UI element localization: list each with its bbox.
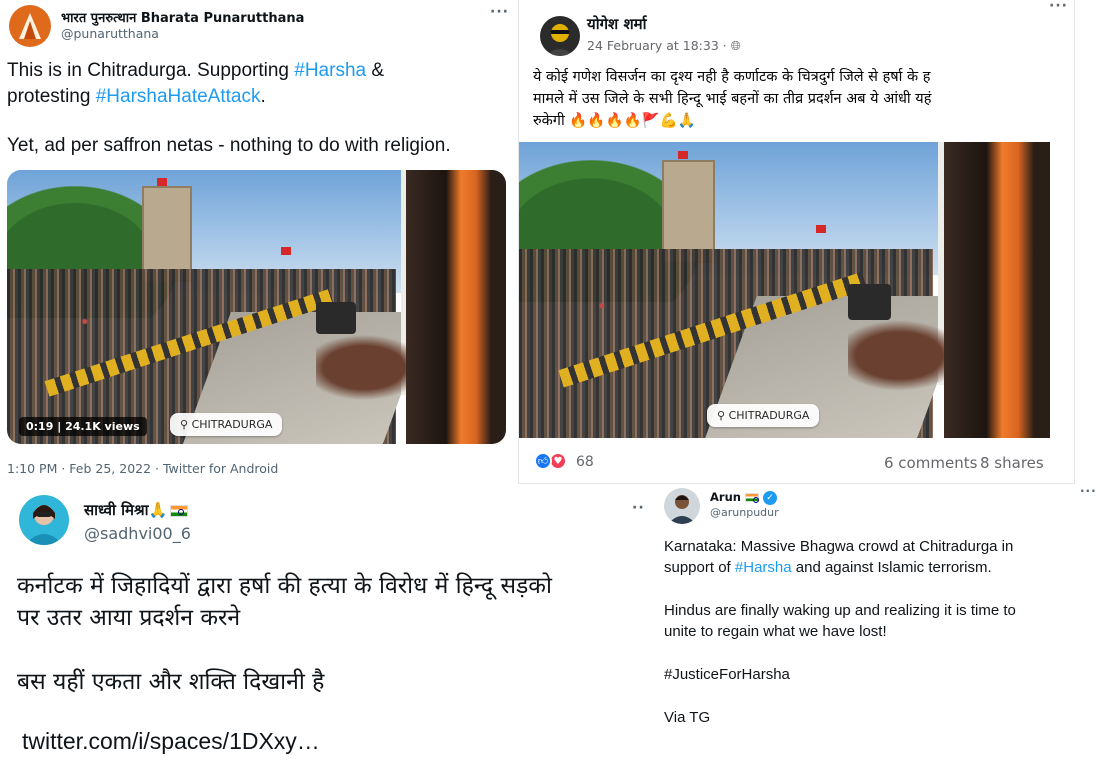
spaces-link[interactable]: twitter.com/i/spaces/1DXxy…	[22, 728, 320, 755]
post-line-1: ये कोई गणेश विसर्जन का दृश्य नही है कर्ण…	[533, 69, 931, 85]
more-options-icon[interactable]: ···	[1080, 484, 1097, 498]
video-stats: 0:19 | 24.1K views	[19, 417, 147, 436]
tweet-timestamp[interactable]: 1:10 PM · Feb 25, 2022 · Twitter for And…	[7, 461, 278, 476]
author-name[interactable]: योगेश शर्मा	[587, 14, 647, 34]
avatar[interactable]	[664, 488, 700, 524]
tweet-line-6: Via TG	[664, 709, 711, 726]
tweet-line-1: कर्नाटक में जिहादियों द्वारा हर्षा की हत…	[17, 573, 552, 599]
tweet-line-1: This is in Chitradurga. Supporting #Hars…	[7, 60, 385, 81]
tweet-line-3: Yet, ad per saffron netas - nothing to d…	[7, 135, 451, 156]
avatar[interactable]	[540, 16, 580, 56]
tweet-line-3: बस यहीं एकता और शक्ति दिखानी है	[17, 669, 325, 695]
post-date[interactable]: 24 February at 18:33 · 🌐︎	[587, 38, 741, 54]
location-pin-icon: ⚲	[717, 409, 726, 422]
video-player[interactable]: 0:19 | 24.1K views ⚲ CHITRADURGA	[7, 170, 506, 444]
tweet-arun: Arun ✓ @arunpudur ··· Karnataka: Massive…	[655, 484, 1105, 768]
tweet-line-1: Karnataka: Massive Bhagwa crowd at Chitr…	[664, 538, 1014, 555]
hashtag-harsha[interactable]: #Harsha	[735, 559, 792, 576]
tweet-line-3: Hindus are finally waking up and realizi…	[664, 602, 1016, 619]
location-tag: ⚲ CHITRADURGA	[707, 404, 820, 427]
more-options-icon[interactable]: ···	[1049, 0, 1068, 14]
like-reaction-icon[interactable]: 👍︎	[534, 452, 552, 470]
facebook-post-yogesh: योगेश शर्मा 24 February at 18:33 · 🌐︎ ··…	[512, 0, 1105, 484]
hashtag-harsha[interactable]: #Harsha	[294, 60, 366, 81]
post-line-2: मामले में उस जिले के सभी हिन्दू भाई बहनो…	[533, 91, 932, 107]
verified-badge-icon: ✓	[762, 490, 777, 505]
post-line-3: रुकेगी 🔥🔥🔥🔥🚩💪🙏	[533, 113, 696, 129]
more-options-icon[interactable]: ··	[632, 500, 645, 516]
tweet-line-2: support of #Harsha and against Islamic t…	[664, 559, 992, 576]
author-name[interactable]: भारत पुनरुत्थान Bharata Punarutthana	[61, 8, 304, 26]
avatar[interactable]	[19, 495, 69, 545]
india-flag-icon	[170, 504, 189, 517]
more-options-icon[interactable]: ···	[490, 4, 509, 20]
india-flag-icon	[744, 493, 759, 503]
location-pin-icon: ⚲	[180, 418, 189, 431]
globe-icon: 🌐︎	[730, 38, 741, 53]
tweet-punarutthana: भारत पुनरुत्थान Bharata Punarutthana @pu…	[0, 0, 512, 484]
author-name[interactable]: Arun ✓	[710, 490, 777, 505]
author-name[interactable]: साध्वी मिश्रा🙏	[84, 500, 189, 520]
author-handle[interactable]: @sadhvi00_6	[84, 524, 191, 543]
hashtag-harshahateattack[interactable]: #HarshaHateAttack	[96, 86, 261, 107]
hashtag-justiceforharsha[interactable]: #JusticeForHarsha	[664, 666, 790, 683]
comments-count[interactable]: 6 comments	[884, 454, 977, 472]
tweet-sadhvi: साध्वी मिश्रा🙏 @sadhvi00_6 ·· कर्नाटक मे…	[0, 484, 655, 768]
author-handle[interactable]: @arunpudur	[710, 506, 779, 519]
reactions-count[interactable]: 68	[576, 454, 594, 470]
shares-count[interactable]: 8 shares	[980, 454, 1044, 472]
author-handle[interactable]: @punarutthana	[61, 26, 159, 41]
tweet-line-2: protesting #HarshaHateAttack.	[7, 86, 266, 107]
location-tag: ⚲ CHITRADURGA	[170, 413, 283, 436]
video-player[interactable]: ⚲ CHITRADURGA	[519, 142, 1050, 438]
tweet-line-2: पर उतर आया प्रदर्शन करने	[17, 605, 241, 631]
avatar[interactable]	[9, 5, 51, 47]
post-card: योगेश शर्मा 24 February at 18:33 · 🌐︎ ··…	[518, 0, 1075, 484]
tweet-line-4: unite to regain what we have lost!	[664, 623, 887, 640]
